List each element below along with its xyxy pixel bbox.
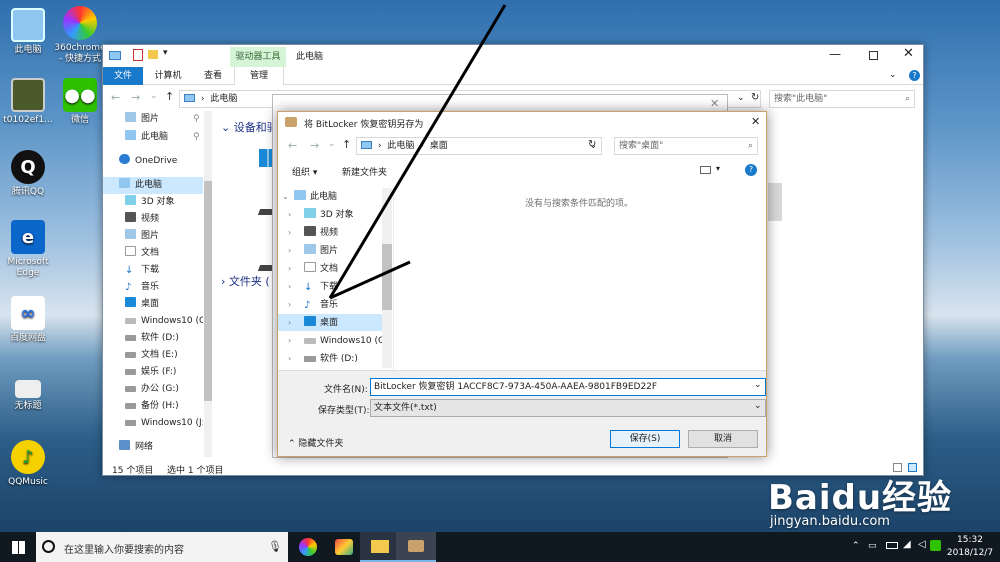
windows-logo-icon (11, 540, 25, 554)
taskbar-app-paint[interactable] (324, 532, 364, 562)
battery-icon[interactable] (886, 542, 898, 549)
file-explorer-icon (371, 539, 389, 553)
volume-icon[interactable]: ◁ (918, 539, 926, 550)
cortana-icon (42, 540, 55, 553)
taskbar-search-box[interactable]: 在这里输入你要搜索的内容 🎙 (36, 532, 288, 562)
annotation-arrow (328, 4, 507, 300)
network-tray-icon[interactable]: ▭ (868, 541, 877, 551)
microphone-icon[interactable]: 🎙 (268, 540, 282, 553)
clock-date: 2018/12/7 (946, 548, 994, 558)
taskbar-app-360chrome[interactable] (288, 532, 328, 562)
taskbar-app-file-explorer[interactable] (360, 532, 400, 562)
security-tray-icon[interactable] (930, 540, 941, 551)
taskbar: 在这里输入你要搜索的内容 🎙 ⌃ ▭ ◢ ◁ 15:32 2018/12/7 (0, 532, 1000, 562)
bitlocker-icon (408, 540, 424, 552)
start-button[interactable] (0, 532, 36, 562)
show-hidden-icons-icon[interactable]: ⌃ (852, 541, 860, 551)
paint-icon (335, 539, 353, 555)
clock-time: 15:32 (957, 535, 983, 545)
clock[interactable]: 15:32 2018/12/7 (942, 534, 998, 560)
360chrome-icon (299, 538, 317, 556)
annotation-arrow-line (328, 4, 507, 299)
taskbar-search-placeholder: 在这里输入你要搜索的内容 (64, 545, 184, 556)
taskbar-app-bitlocker[interactable] (396, 532, 436, 562)
wifi-icon[interactable]: ◢ (903, 539, 911, 550)
